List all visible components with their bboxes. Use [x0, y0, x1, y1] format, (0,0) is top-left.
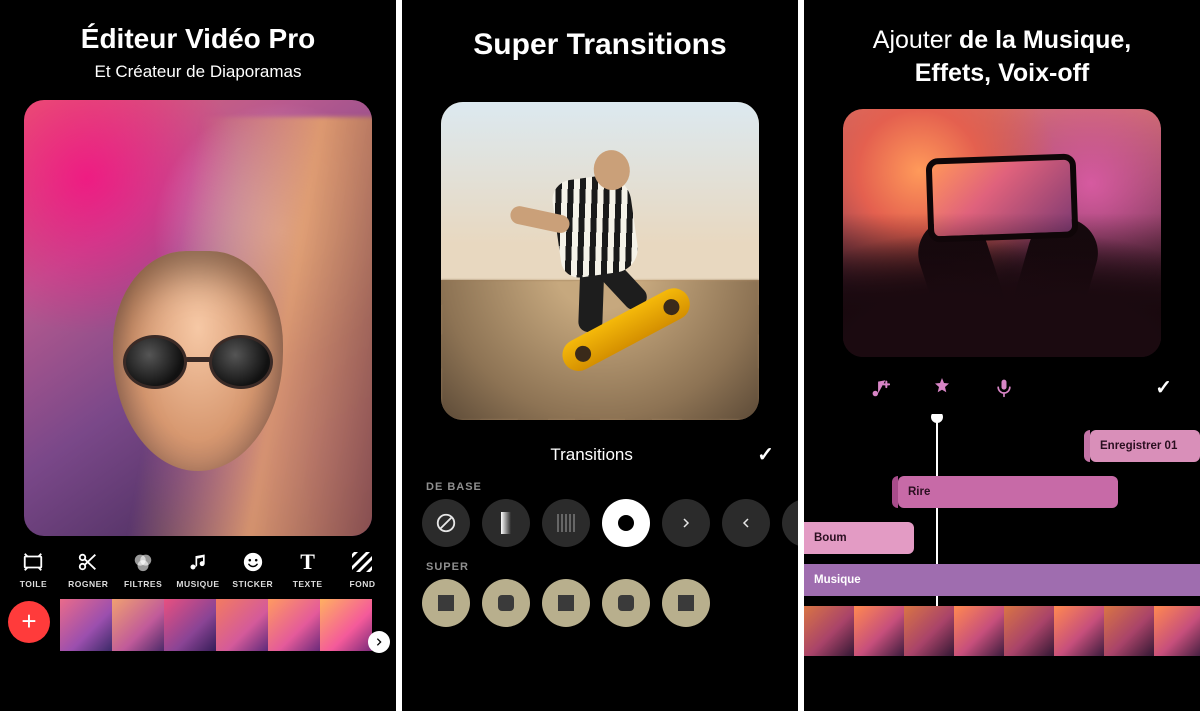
timeline-next-button[interactable]: [368, 631, 390, 653]
panel-editor: Éditeur Vidéo Pro Et Créateur de Diapora…: [0, 0, 396, 711]
square-icon: [438, 595, 454, 611]
video-preview[interactable]: [24, 100, 372, 536]
transition-super-2[interactable]: [482, 579, 530, 627]
track-label: Musique: [814, 574, 861, 586]
transition-slide-left[interactable]: [722, 499, 770, 547]
transition-slide-down[interactable]: [782, 499, 798, 547]
timeline-thumb[interactable]: [268, 599, 320, 651]
square-round-icon: [618, 595, 634, 611]
transition-fade-vertical[interactable]: [482, 499, 530, 547]
transitions-label: Transitions: [550, 445, 633, 465]
add-clip-button[interactable]: +: [8, 601, 50, 643]
track-label: Rire: [908, 486, 930, 498]
sticker-icon: [241, 550, 265, 574]
fade-icon: [501, 512, 511, 534]
group-super-label: SUPER: [426, 561, 469, 573]
square-icon: [678, 595, 694, 611]
tool-text[interactable]: T TEXTE: [283, 550, 333, 589]
add-effect-button[interactable]: [930, 376, 954, 400]
add-music-button[interactable]: [868, 377, 890, 399]
panel3-title: Ajouter de la Musique, Effets, Voix-off: [873, 24, 1131, 89]
bg-icon: [350, 550, 374, 574]
track-label: Enregistrer 01: [1100, 440, 1177, 452]
track-musique[interactable]: Musique: [804, 564, 1200, 596]
transitions-basic-row: [402, 499, 798, 547]
tool-label: MUSIQUE: [176, 579, 219, 589]
tool-label: TEXTE: [293, 579, 323, 589]
tool-label: STICKER: [232, 579, 273, 589]
timeline-thumb[interactable]: [164, 599, 216, 651]
tool-crop[interactable]: ROGNER: [63, 550, 113, 589]
filters-icon: [131, 550, 155, 574]
pattern-icon: [557, 514, 575, 532]
scissors-icon: [76, 550, 100, 574]
music-icon: [186, 550, 210, 574]
confirm-button[interactable]: ✓: [1155, 375, 1172, 400]
transition-slide-right[interactable]: [662, 499, 710, 547]
track-label: Boum: [814, 532, 847, 544]
track-record[interactable]: Enregistrer 01: [1090, 430, 1200, 462]
transition-fade-pattern[interactable]: [542, 499, 590, 547]
tool-background[interactable]: FOND: [337, 550, 387, 589]
transition-preview[interactable]: [441, 102, 759, 420]
panel-audio: Ajouter de la Musique, Effets, Voix-off …: [804, 0, 1200, 711]
timeline-thumb[interactable]: [60, 599, 112, 651]
transition-super-5[interactable]: [662, 579, 710, 627]
audio-preview[interactable]: [843, 109, 1161, 357]
tool-music[interactable]: MUSIQUE: [173, 550, 223, 589]
title-bold-1: de la Musique,: [959, 26, 1131, 54]
group-basic-label: DE BASE: [426, 481, 482, 493]
panel2-title: Super Transitions: [473, 28, 726, 62]
timeline-thumb[interactable]: [216, 599, 268, 651]
transition-none[interactable]: [422, 499, 470, 547]
square-icon: [558, 595, 574, 611]
timeline-strip[interactable]: +: [0, 599, 396, 651]
video-filmstrip[interactable]: [804, 606, 1200, 656]
transition-super-4[interactable]: [602, 579, 650, 627]
panel1-subtitle: Et Créateur de Diaporamas: [95, 62, 302, 82]
tool-label: ROGNER: [68, 579, 108, 589]
transition-super-1[interactable]: [422, 579, 470, 627]
tool-canvas[interactable]: TOILE: [8, 550, 58, 589]
add-voiceover-button[interactable]: [994, 376, 1014, 400]
transition-circle[interactable]: [602, 499, 650, 547]
transition-super-3[interactable]: [542, 579, 590, 627]
canvas-icon: [21, 550, 45, 574]
track-boum[interactable]: Boum: [804, 522, 914, 554]
tool-filters[interactable]: FILTRES: [118, 550, 168, 589]
audio-timeline[interactable]: Enregistrer 01 Rire Boum Musique: [804, 414, 1200, 711]
title-bold-2: Effets, Voix-off: [915, 59, 1090, 87]
transitions-super-row: [402, 579, 798, 647]
panel1-title: Éditeur Vidéo Pro: [81, 22, 315, 56]
panel-transitions: Super Transitions Transitions ✓ DE BASE …: [402, 0, 798, 711]
dot-icon: [618, 515, 634, 531]
title-light: Ajouter: [873, 26, 959, 54]
tool-label: FILTRES: [124, 579, 162, 589]
track-rire[interactable]: Rire: [898, 476, 1118, 508]
square-round-icon: [498, 595, 514, 611]
tool-label: FOND: [349, 579, 375, 589]
editor-toolbar: TOILE ROGNER FILTRES MUSIQUE STICKER: [0, 550, 396, 589]
audio-toolbar: ✓: [804, 375, 1200, 400]
confirm-button[interactable]: ✓: [757, 442, 774, 467]
timeline-thumb[interactable]: [320, 599, 372, 651]
tool-sticker[interactable]: STICKER: [228, 550, 278, 589]
text-icon: T: [296, 550, 320, 574]
tool-label: TOILE: [20, 579, 47, 589]
timeline-thumb[interactable]: [112, 599, 164, 651]
plus-icon: +: [21, 606, 36, 637]
